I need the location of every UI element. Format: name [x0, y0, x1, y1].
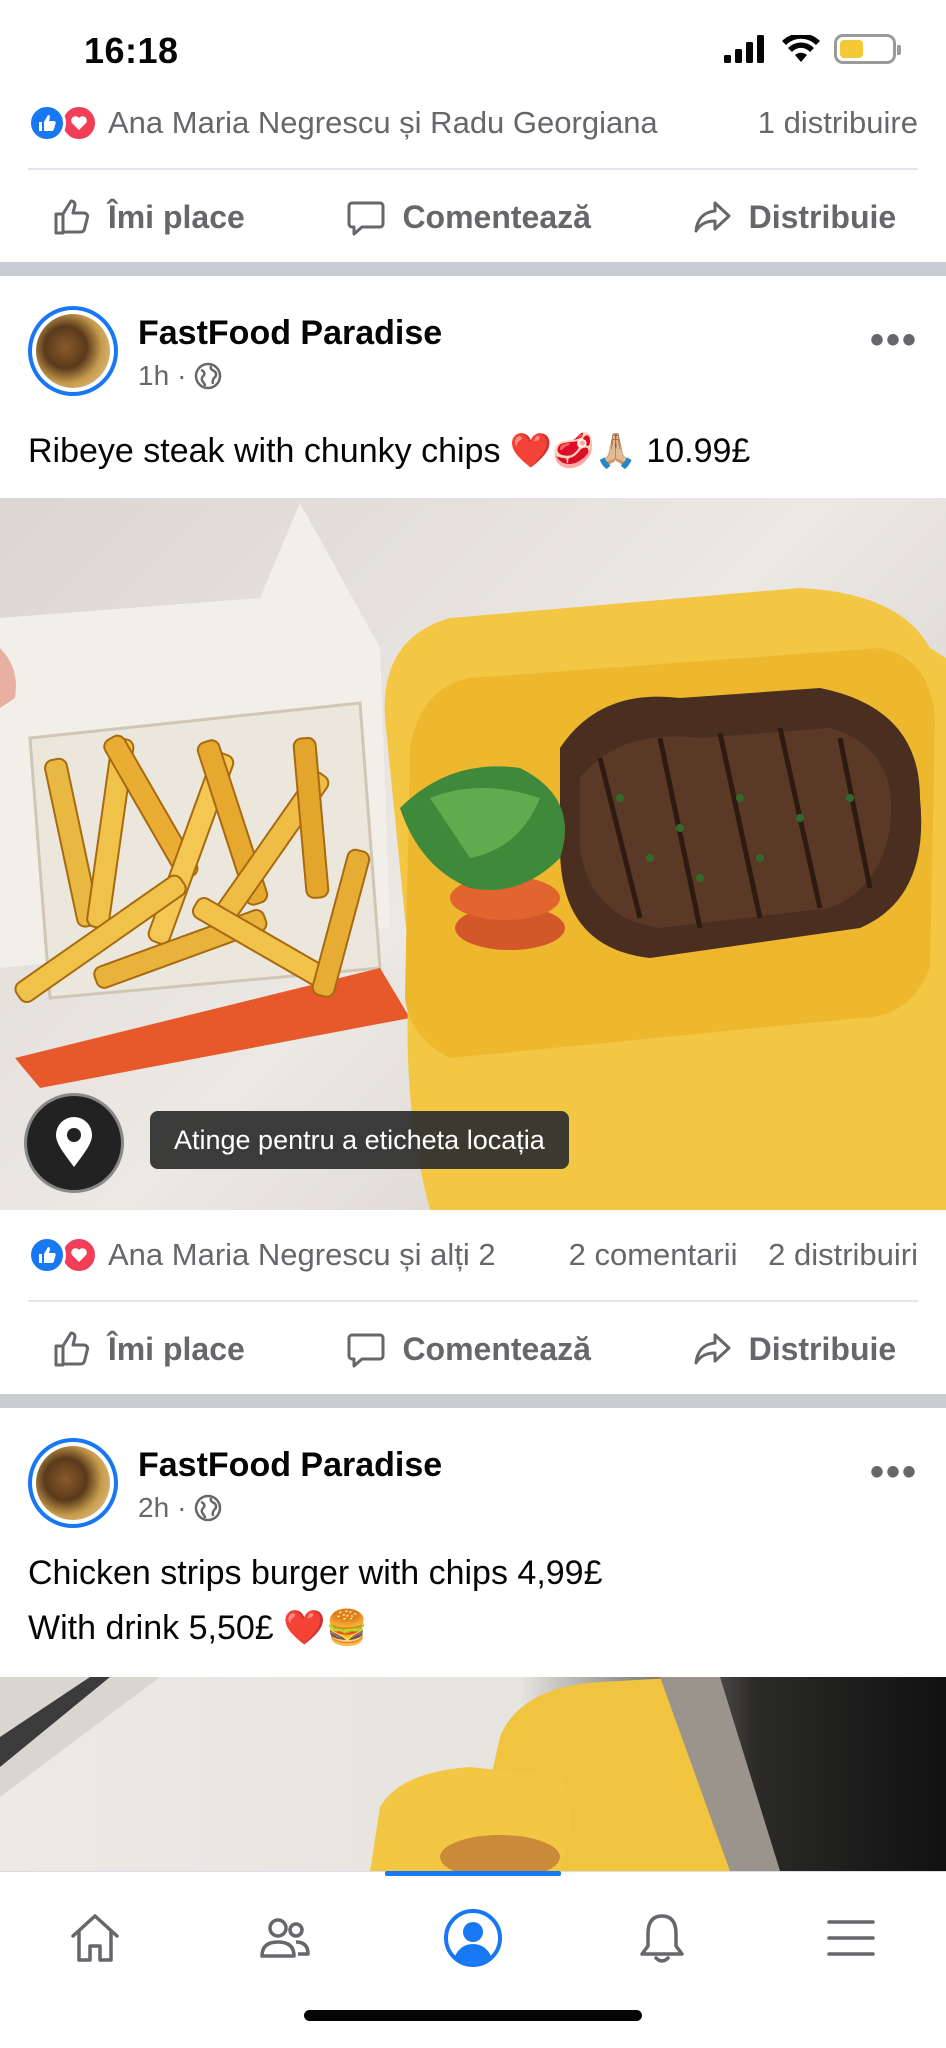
friends-icon — [260, 1918, 310, 1958]
comment-label: Comentează — [402, 198, 591, 235]
comment-button[interactable]: Comentează — [344, 1327, 591, 1371]
signal-icon — [724, 35, 764, 63]
thumbs-up-icon — [54, 1331, 89, 1367]
more-options-icon[interactable]: ••• — [870, 1450, 918, 1495]
divider — [28, 1300, 918, 1302]
wifi-icon — [782, 35, 820, 62]
post-text: Ribeye steak with chunky chips ❤️🥩🙏🏼 10.… — [28, 432, 751, 470]
thumbs-up-icon — [54, 199, 89, 235]
like-label: Îmi place — [107, 198, 245, 235]
tab-menu[interactable] — [811, 1898, 891, 1978]
reaction-icons — [28, 1236, 98, 1274]
avatar[interactable] — [28, 306, 118, 396]
bell-icon — [640, 1914, 684, 1963]
home-indicator[interactable] — [304, 2010, 642, 2021]
prev-post-actions: Îmi place Comentează Distribuie — [0, 174, 946, 260]
post-author[interactable]: FastFood Paradise — [138, 314, 442, 353]
like-button[interactable]: Îmi place — [50, 195, 245, 239]
globe-icon — [195, 362, 222, 390]
tab-notifications[interactable] — [622, 1898, 702, 1978]
tab-friends[interactable] — [244, 1898, 324, 1978]
bottom-tab-bar — [0, 1871, 946, 2048]
active-tab-indicator — [385, 1871, 561, 1876]
post-photo[interactable] — [0, 498, 946, 1210]
burger-photo-illustration — [0, 1677, 780, 1871]
share-button[interactable]: Distribuie — [691, 1327, 897, 1371]
comment-count[interactable]: 2 comentarii — [569, 1237, 738, 1272]
share-icon — [694, 1333, 731, 1365]
location-tag-button[interactable] — [24, 1093, 124, 1193]
avatar[interactable] — [28, 1438, 118, 1528]
like-reaction-icon — [28, 1236, 66, 1274]
post-meta: 2h · — [138, 1492, 222, 1524]
menu-icon — [827, 1920, 875, 1956]
share-label: Distribuie — [748, 198, 897, 235]
post-actions: Îmi place Comentează Distribuie — [0, 1306, 946, 1392]
reaction-icons — [28, 104, 98, 142]
post-time[interactable]: 2h — [138, 1492, 169, 1524]
post-separator — [0, 262, 946, 276]
post-text: Chicken strips burger with chips 4,99£ W… — [28, 1546, 918, 1656]
post-text-line: With drink 5,50£ ❤️🍔 — [28, 1609, 368, 1647]
prev-post-reactions[interactable]: Ana Maria Negrescu și Radu Georgiana 1 d… — [28, 104, 918, 142]
status-icons — [724, 34, 901, 64]
status-bar: 16:18 — [0, 0, 946, 100]
location-pin-icon — [56, 1117, 92, 1167]
post-separator — [0, 1394, 946, 1408]
share-count[interactable]: 2 distribuiri — [768, 1237, 918, 1272]
comment-icon — [347, 201, 385, 236]
like-label: Îmi place — [107, 1330, 245, 1367]
like-reaction-icon — [28, 104, 66, 142]
home-icon — [71, 1914, 119, 1962]
post-photo[interactable] — [0, 1677, 946, 1871]
share-count[interactable]: 1 distribuire — [758, 105, 918, 140]
more-options-icon[interactable]: ••• — [870, 318, 918, 363]
battery-icon — [834, 34, 901, 64]
comment-button[interactable]: Comentează — [344, 195, 591, 239]
post-meta: 1h · — [138, 360, 222, 392]
post-header: FastFood Paradise 1h · ••• — [28, 306, 918, 406]
reactions-names: Ana Maria Negrescu și Radu Georgiana — [108, 105, 658, 140]
tab-profile[interactable] — [433, 1898, 513, 1978]
location-tag-tooltip[interactable]: Atinge pentru a eticheta locația — [150, 1111, 569, 1169]
divider — [28, 168, 918, 170]
status-time: 16:18 — [84, 30, 179, 71]
post-author[interactable]: FastFood Paradise — [138, 1446, 442, 1485]
post-header: FastFood Paradise 2h · ••• — [28, 1438, 918, 1538]
comment-icon — [347, 1333, 385, 1368]
post-reactions[interactable]: Ana Maria Negrescu și alți 2 2 comentari… — [28, 1236, 918, 1274]
like-button[interactable]: Îmi place — [50, 1327, 245, 1371]
steak-photo-illustration — [0, 503, 946, 1210]
share-button[interactable]: Distribuie — [691, 195, 897, 239]
share-label: Distribuie — [748, 1330, 897, 1367]
globe-icon — [195, 1494, 222, 1522]
reactions-names: Ana Maria Negrescu și alți 2 — [108, 1237, 496, 1272]
post-text-line: Chicken strips burger with chips 4,99£ — [28, 1554, 603, 1592]
tab-home[interactable] — [55, 1898, 135, 1978]
profile-icon — [444, 1909, 502, 1967]
post-time[interactable]: 1h — [138, 360, 169, 392]
share-icon — [694, 201, 731, 233]
comment-label: Comentează — [402, 1330, 591, 1367]
